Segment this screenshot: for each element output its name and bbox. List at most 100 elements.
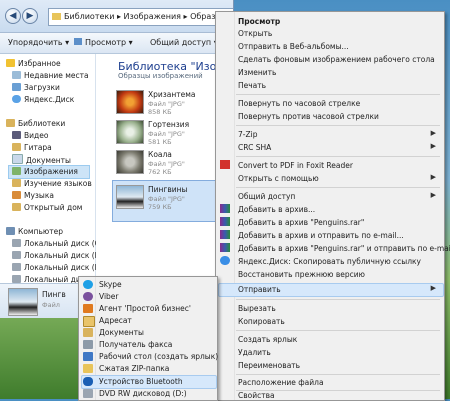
nav-downloads[interactable]: Загрузки [12,82,60,94]
send-to-skype[interactable]: Skype [99,279,122,290]
menu-item-delete[interactable]: Удалить [238,347,271,358]
menu-item-print[interactable]: Печать [238,80,266,91]
file-thumbnail [116,120,144,144]
send-to-desktop[interactable]: Рабочий стол (создать ярлык) [99,351,218,362]
file-item[interactable] [116,150,144,174]
menu-item-rotate-ccw[interactable]: Повернуть против часовой стрелки [238,111,379,122]
nav-computer[interactable]: Компьютер [6,226,63,238]
nav-yadisk[interactable]: Яндекс.Диск [12,94,74,106]
desktop-icon [83,352,93,361]
view-button[interactable]: Просмотр ▾ [74,37,133,49]
menu-item-send-to[interactable]: Отправить [238,284,281,295]
submenu-arrow-icon: ▶ [430,191,436,199]
images-icon [12,167,21,175]
drive-icon [12,275,21,283]
file-name: Коала [148,150,172,159]
winrar-icon [220,204,230,213]
winrar-icon [220,217,230,226]
nav-video[interactable]: Видео [12,130,48,142]
file-item[interactable] [116,120,144,144]
documents-icon [83,328,93,337]
drive-icon [12,239,21,247]
menu-item-7zip[interactable]: 7-Zip [238,129,257,140]
nav-disk-f[interactable]: Локальный диск (F:) [12,250,104,262]
menu-item-preview[interactable]: Просмотр [238,16,280,27]
menu-item-edit[interactable]: Изменить [238,67,276,78]
context-menu: Просмотр Открыть Отправить в Веб-альбомы… [215,11,450,401]
menu-item-cut[interactable]: Вырезать [238,303,276,314]
fax-icon [83,340,93,349]
menu-item-yadisk-link[interactable]: Яндекс.Диск: Скопировать публичную ссылк… [238,256,421,267]
file-size: 581 КБ [148,138,172,146]
file-size: 759 КБ [148,203,172,211]
menu-item-convert-pdf[interactable]: Convert to PDF in Foxit Reader [238,160,353,171]
file-item[interactable] [116,90,144,114]
nav-open-home[interactable]: Открытый дом [12,202,82,214]
bluetooth-icon [83,377,93,386]
send-to-bluetooth[interactable]: Устройство Bluetooth [99,376,183,387]
menu-item-copy[interactable]: Копировать [238,316,285,327]
nav-guitar[interactable]: Гитара [12,142,52,154]
menu-item-restore-version[interactable]: Восстановить прежнюю версию [238,269,365,280]
nav-libraries[interactable]: Библиотеки [6,118,65,130]
agent-icon [83,304,93,313]
file-item-selected[interactable] [116,185,144,209]
file-name: Пингвины [148,185,188,194]
send-to-documents[interactable]: Документы [99,327,144,338]
details-file-type: Файл [42,301,60,309]
send-to-agent[interactable]: Агент 'Простой бизнес' [99,303,191,314]
nav-images[interactable]: Изображения [8,165,90,179]
zip-folder-icon [83,364,93,373]
send-to-fax[interactable]: Получатель факса [99,339,172,350]
menu-item-open-with[interactable]: Открыть с помощью [238,173,319,184]
command-bar: Упорядочить ▾ Просмотр ▾ Общий доступ ▾ [0,33,233,54]
menu-item-web-albums[interactable]: Отправить в Веб-альбомы... [238,41,349,52]
submenu-arrow-icon: ▶ [430,173,436,181]
library-icon [12,143,21,151]
menu-item-create-shortcut[interactable]: Создать ярлык [238,334,297,345]
send-to-recipient[interactable]: Адресат [99,315,132,326]
nav-favorites[interactable]: Избранное [6,58,61,70]
view-icon [74,38,82,45]
menu-separator [236,94,440,95]
forward-button[interactable]: ▶ [22,8,38,24]
send-to-viber[interactable]: Viber [99,291,119,302]
menu-item-add-penguins-rar[interactable]: Добавить в архив "Penguins.rar" [238,217,364,228]
menu-item-archive-email[interactable]: Добавить в архив и отправить по e-mail..… [238,230,404,241]
submenu-arrow-icon: ▶ [430,142,436,150]
nav-disk-h[interactable]: Локальный диск (H:) [12,262,106,274]
libraries-icon [6,119,15,127]
nav-recent[interactable]: Недавние места [12,70,89,82]
send-to-dvd[interactable]: DVD RW дисковод (D:) [99,388,187,399]
menu-item-add-archive[interactable]: Добавить в архив... [238,204,315,215]
organize-button[interactable]: Упорядочить ▾ [8,37,69,49]
menu-item-sharing[interactable]: Общий доступ [238,191,295,202]
music-icon [12,191,21,199]
menu-item-set-wallpaper[interactable]: Сделать фоновым изображением рабочего ст… [238,54,435,65]
menu-item-crc-sha[interactable]: CRC SHA [238,142,271,153]
nav-music[interactable]: Музыка [12,190,54,202]
menu-item-rotate-cw[interactable]: Повернуть по часовой стрелке [238,98,360,109]
share-button[interactable]: Общий доступ ▾ [150,37,218,49]
computer-icon [6,227,15,235]
address-input[interactable]: Библиотеки ▸ Изображения ▸ Образцы изоб [48,8,233,26]
dvd-drive-icon [83,389,93,398]
menu-item-open[interactable]: Открыть [238,28,272,39]
submenu-arrow-icon: ▶ [430,284,436,292]
send-to-submenu: Skype Viber Агент 'Простой бизнес' Адрес… [78,276,218,401]
winrar-icon [220,230,230,239]
menu-item-properties[interactable]: Свойства [238,390,275,401]
menu-separator [236,374,440,375]
nav-languages[interactable]: Изучение языков [12,178,92,190]
library-icon [12,179,21,187]
folder-icon [52,13,61,20]
details-thumbnail [8,288,38,316]
menu-item-rename[interactable]: Переименовать [238,360,300,371]
file-name: Гортензия [148,120,190,129]
back-button[interactable]: ◀ [5,8,21,24]
nav-disk-c[interactable]: Локальный диск (C:) [12,238,105,250]
menu-item-file-location[interactable]: Расположение файла [238,377,324,388]
file-size: 858 КБ [148,108,172,116]
menu-item-penguins-rar-email[interactable]: Добавить в архив "Penguins.rar" и отправ… [238,243,450,254]
send-to-zip[interactable]: Сжатая ZIP-папка [99,363,169,374]
